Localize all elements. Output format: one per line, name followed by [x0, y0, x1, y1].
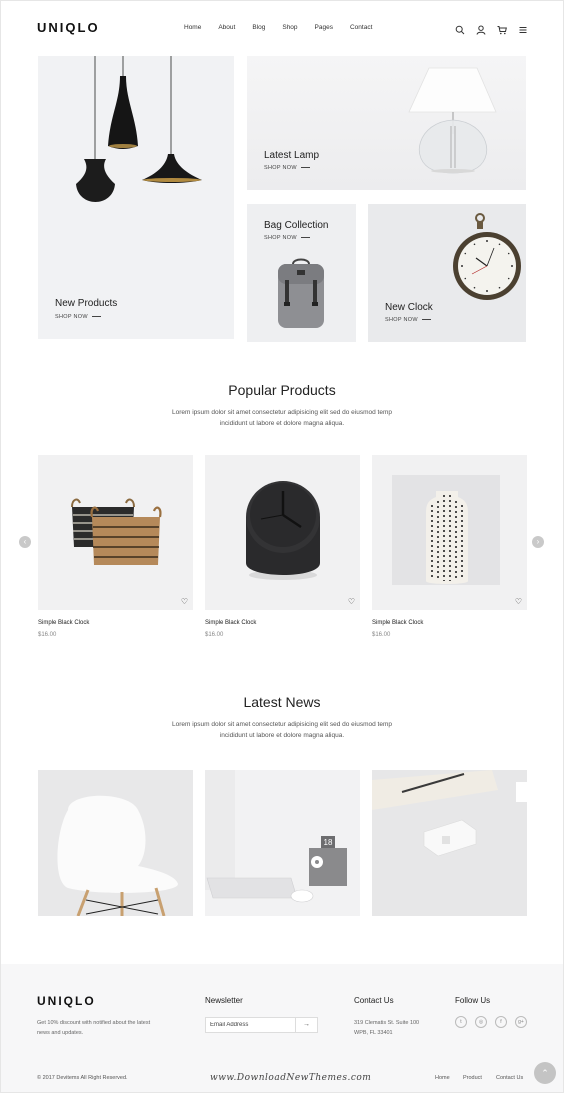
- latest-lamp-title: Latest Lamp: [264, 150, 320, 161]
- newsletter-form: →: [205, 1017, 318, 1033]
- popular-products-title: Popular Products: [228, 382, 336, 398]
- site-logo[interactable]: UNIQLO: [37, 20, 100, 35]
- wishlist-heart-icon[interactable]: ♡: [515, 597, 522, 606]
- user-icon[interactable]: [476, 22, 486, 35]
- header-icons: [455, 22, 528, 35]
- nav-blog[interactable]: Blog: [252, 24, 265, 31]
- watermark: www.DownloadNewThemes.com: [210, 1073, 372, 1083]
- news-card-desk[interactable]: 18: [205, 770, 360, 916]
- product-card-clock[interactable]: ♡: [205, 455, 360, 610]
- latest-lamp-shop-link[interactable]: SHOP NOW: [264, 165, 310, 171]
- news-card-notebook[interactable]: [372, 770, 527, 916]
- latest-news-desc: Lorem ipsum dolor sit amet consectetur a…: [171, 721, 393, 739]
- hero-latest-lamp[interactable]: Latest Lamp SHOP NOW: [247, 56, 526, 190]
- product-price: $16.00: [38, 632, 57, 638]
- calendar-number: 18: [324, 838, 333, 847]
- hero-new-products[interactable]: New Products SHOP NOW: [38, 56, 234, 339]
- product-name[interactable]: Simple Black Clock: [38, 620, 89, 626]
- nav-about[interactable]: About: [218, 24, 235, 31]
- carousel-prev-button[interactable]: ‹: [19, 536, 31, 548]
- footer-logo[interactable]: UNIQLO: [37, 994, 96, 1008]
- nav-pages[interactable]: Pages: [315, 24, 333, 31]
- product-price: $16.00: [205, 632, 224, 638]
- facebook-icon[interactable]: f: [495, 1016, 507, 1028]
- new-products-shop-link[interactable]: SHOP NOW: [55, 314, 101, 320]
- basket-image: [71, 498, 162, 565]
- new-products-title: New Products: [55, 298, 118, 309]
- cart-icon[interactable]: [497, 22, 507, 35]
- carousel-next-button[interactable]: ›: [532, 536, 544, 548]
- nav-shop[interactable]: Shop: [282, 24, 297, 31]
- google-plus-icon[interactable]: g+: [515, 1016, 527, 1028]
- hero-new-clock[interactable]: New Clock SHOP NOW: [368, 204, 526, 342]
- nav-contact[interactable]: Contact: [350, 24, 372, 31]
- product-card-baskets[interactable]: ♡: [38, 455, 193, 610]
- wishlist-heart-icon[interactable]: ♡: [348, 597, 355, 606]
- hero-bag-collection[interactable]: Bag Collection SHOP NOW: [247, 204, 356, 342]
- scroll-to-top-button[interactable]: ⌃: [534, 1062, 556, 1084]
- search-icon[interactable]: [455, 22, 465, 35]
- pendant-lamps-image: [76, 56, 202, 202]
- backpack-image: [278, 258, 324, 328]
- footer-link-product[interactable]: Product: [463, 1075, 482, 1081]
- instagram-icon[interactable]: ◎: [475, 1016, 487, 1028]
- product-name[interactable]: Simple Black Clock: [205, 620, 256, 626]
- new-clock-title: New Clock: [385, 302, 433, 313]
- footer-link-home[interactable]: Home: [435, 1075, 450, 1081]
- desk-laptop-image: 18: [205, 770, 347, 903]
- contact-address: 319 Clematis St. Suite 100 WPB, FL 33401: [354, 1020, 420, 1036]
- new-clock-shop-link[interactable]: SHOP NOW: [385, 317, 431, 323]
- footer-link-contact[interactable]: Contact Us: [496, 1075, 523, 1081]
- product-price: $16.00: [372, 632, 391, 638]
- product-name[interactable]: Simple Black Clock: [372, 620, 423, 626]
- twitter-icon[interactable]: t: [455, 1016, 467, 1028]
- notebook-image: [372, 770, 527, 857]
- chair-image: [57, 795, 178, 916]
- copyright: © 2017 Devitems All Right Reserved.: [37, 1075, 128, 1081]
- news-card-chair[interactable]: [38, 770, 193, 916]
- menu-icon[interactable]: [518, 22, 528, 33]
- main-nav: Home About Blog Shop Pages Contact: [184, 24, 389, 31]
- vase-image: [392, 475, 500, 585]
- product-card-vase[interactable]: ♡: [372, 455, 527, 610]
- contact-title: Contact Us: [354, 996, 394, 1005]
- newsletter-email-input[interactable]: [210, 1018, 296, 1032]
- latest-news-title: Latest News: [243, 694, 321, 710]
- wishlist-heart-icon[interactable]: ♡: [181, 597, 188, 606]
- black-clock-image: [246, 481, 320, 580]
- newsletter-submit-button[interactable]: →: [295, 1018, 317, 1032]
- popular-products-desc: Lorem ipsum dolor sit amet consectetur a…: [171, 409, 393, 427]
- nav-home[interactable]: Home: [184, 24, 201, 31]
- newsletter-title: Newsletter: [205, 996, 243, 1005]
- footer-about-text: Get 10% discount with notified about the…: [37, 1020, 151, 1036]
- follow-title: Follow Us: [455, 996, 491, 1005]
